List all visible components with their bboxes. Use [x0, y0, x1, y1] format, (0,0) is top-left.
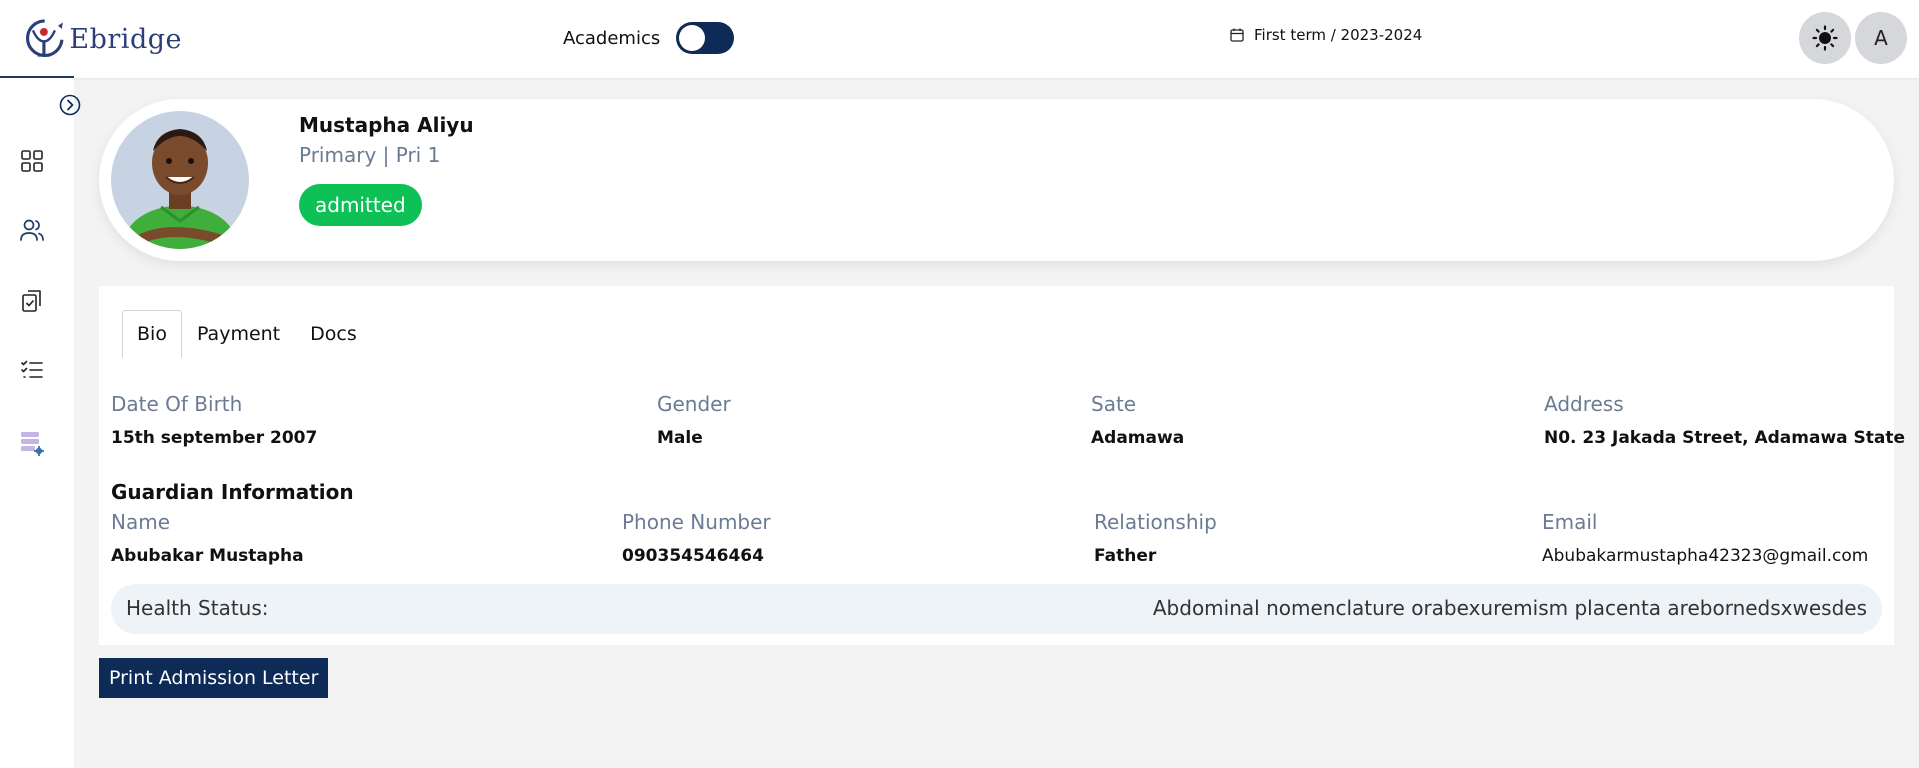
top-bar: Ebridge Academics First term / 2023-2024 [0, 0, 1919, 78]
database-settings-icon [21, 432, 44, 456]
sidebar-item-students[interactable] [18, 216, 46, 244]
relationship-label: Relationship [1094, 510, 1217, 534]
theme-toggle-button[interactable] [1799, 12, 1851, 64]
guardian-section-title: Guardian Information [111, 480, 354, 504]
brand-name: Ebridge [69, 23, 182, 55]
status-badge: admitted [299, 184, 422, 226]
student-profile-card: Mustapha Aliyu Primary | Pri 1 admitted [99, 99, 1894, 261]
sidebar-item-dashboard[interactable] [18, 147, 46, 175]
address-value: N0. 23 Jakada Street, Adamawa State [1544, 428, 1906, 448]
sidebar [0, 78, 74, 768]
term-selector[interactable]: First term / 2023-2024 [1230, 26, 1422, 44]
health-status-value: Abdominal nomenclature orabexuremism pla… [1152, 596, 1867, 620]
sidebar-item-assessments[interactable] [18, 287, 46, 315]
sun-icon [1812, 25, 1838, 51]
clipboard-check-icon [22, 290, 41, 312]
dashboard-grid-icon [21, 150, 43, 172]
sidebar-item-settings[interactable] [18, 430, 46, 458]
calendar-icon [1230, 28, 1244, 42]
health-status-bar: Health Status: Abdominal nomenclature or… [111, 584, 1882, 634]
tab-bio[interactable]: Bio [122, 310, 182, 358]
guardian-name-value: Abubakar Mustapha [111, 546, 304, 566]
phone-label: Phone Number [622, 510, 771, 534]
guardian-name-label: Name [111, 510, 171, 534]
academics-label: Academics [563, 27, 661, 49]
brand-logo[interactable]: Ebridge [22, 10, 182, 68]
gender-label: Gender [657, 392, 731, 416]
dob-label: Date Of Birth [111, 392, 243, 416]
state-value: Adamawa [1091, 428, 1185, 448]
student-details-panel: Bio Payment Docs Date Of Birth 15th sept… [99, 286, 1905, 645]
student-class: Primary | Pri 1 [299, 143, 441, 167]
email-label: Email [1542, 510, 1598, 534]
health-status-label: Health Status: [126, 596, 269, 620]
details-tabs: Bio Payment Docs [122, 310, 372, 358]
avatar-initial: A [1874, 26, 1888, 50]
tab-payment[interactable]: Payment [182, 310, 295, 358]
email-value: Abubakarmustapha42323@gmail.com [1542, 546, 1869, 566]
student-avatar-image [111, 111, 249, 249]
student-name: Mustapha Aliyu [299, 113, 474, 137]
relationship-value: Father [1094, 546, 1157, 566]
state-label: Sate [1091, 392, 1137, 416]
sidebar-item-tasks[interactable] [18, 356, 46, 384]
dob-value: 15th september 2007 [111, 428, 318, 448]
tab-docs[interactable]: Docs [295, 310, 372, 358]
checklist-icon [21, 360, 43, 378]
student-photo [111, 111, 249, 249]
print-admission-letter-button[interactable]: Print Admission Letter [99, 658, 329, 698]
gender-value: Male [657, 428, 703, 448]
sidebar-collapse-button[interactable] [59, 94, 81, 116]
term-label: First term / 2023-2024 [1254, 26, 1423, 44]
toggle-knob [679, 25, 706, 51]
logo-mark-icon [26, 19, 64, 57]
academics-switch: Academics [563, 22, 735, 54]
users-icon [20, 219, 44, 241]
academics-toggle[interactable] [676, 22, 735, 54]
user-avatar-button[interactable]: A [1855, 12, 1907, 64]
address-label: Address [1544, 392, 1624, 416]
phone-value: 090354546464 [622, 546, 764, 566]
chevron-right-circle-icon [59, 94, 81, 116]
